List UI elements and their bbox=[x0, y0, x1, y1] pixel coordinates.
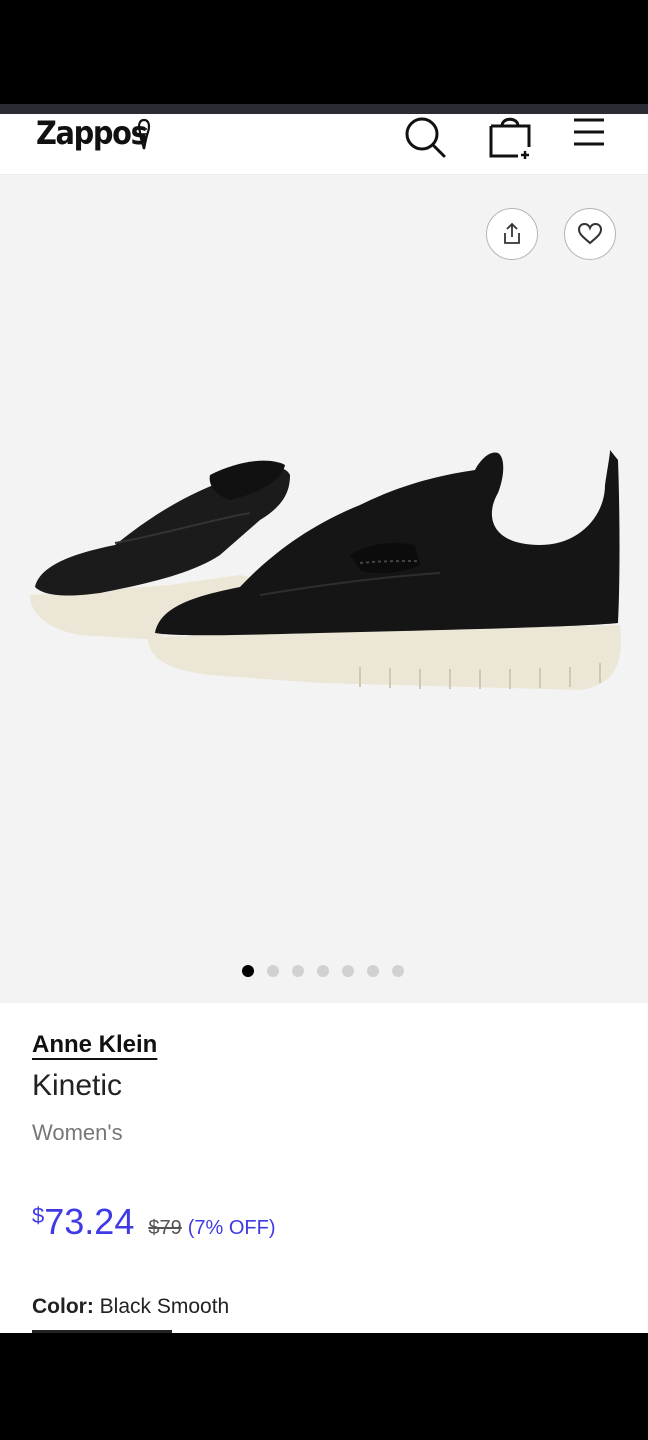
logo-mark-icon bbox=[137, 118, 151, 150]
brand-link[interactable]: Anne Klein bbox=[32, 1031, 157, 1059]
product-info: Anne Klein Kinetic Women's $ 73.24 $79 (… bbox=[0, 1003, 648, 1333]
discount-label: (7% OFF) bbox=[187, 1217, 276, 1239]
color-value: Black Smooth bbox=[99, 1295, 230, 1318]
bag-icon[interactable] bbox=[488, 114, 536, 162]
gallery-dot[interactable] bbox=[292, 965, 304, 977]
gallery-dot[interactable] bbox=[342, 965, 354, 977]
menu-icon[interactable] bbox=[572, 114, 606, 148]
navigation-bar-area bbox=[0, 1333, 648, 1440]
gallery-pagination bbox=[242, 965, 404, 977]
original-price: $79 bbox=[148, 1217, 182, 1239]
gallery-dot[interactable] bbox=[242, 965, 254, 977]
gallery-dot[interactable] bbox=[367, 965, 379, 977]
site-header: Zappos bbox=[0, 114, 648, 175]
gallery-dot[interactable] bbox=[392, 965, 404, 977]
share-icon bbox=[504, 222, 520, 244]
status-bar bbox=[0, 0, 648, 104]
color-row: Color: Black Smooth bbox=[32, 1295, 229, 1319]
product-gender: Women's bbox=[32, 1120, 123, 1145]
search-icon[interactable] bbox=[402, 114, 448, 160]
zappos-logo[interactable]: Zappos bbox=[36, 114, 148, 152]
heart-icon bbox=[577, 222, 603, 245]
product-image[interactable] bbox=[20, 435, 630, 695]
favorite-button[interactable] bbox=[564, 208, 616, 260]
price-row: $ 73.24 $79 (7% OFF) bbox=[32, 1201, 276, 1243]
product-gallery[interactable] bbox=[0, 175, 648, 1003]
sale-price: 73.24 bbox=[44, 1201, 135, 1242]
currency-symbol: $ bbox=[32, 1203, 45, 1228]
share-button[interactable] bbox=[486, 208, 538, 260]
product-name: Kinetic bbox=[32, 1069, 123, 1102]
logo-text: Zappos bbox=[36, 114, 148, 152]
gallery-dot[interactable] bbox=[317, 965, 329, 977]
color-label: Color: bbox=[32, 1295, 94, 1318]
gallery-dot[interactable] bbox=[267, 965, 279, 977]
status-divider bbox=[0, 104, 648, 114]
